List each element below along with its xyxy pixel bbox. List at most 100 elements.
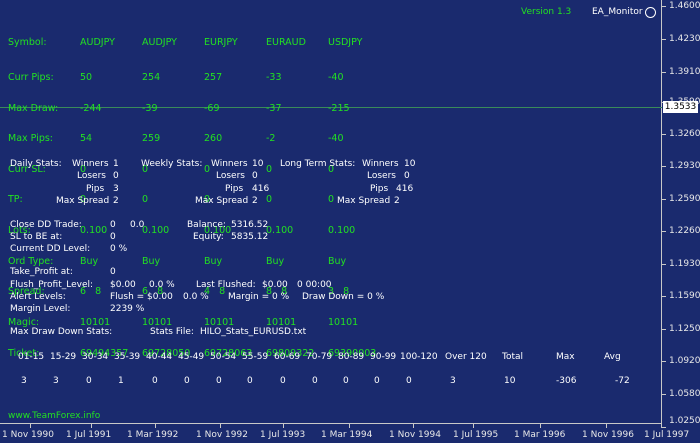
margin-level-value: 2239 %	[110, 304, 145, 314]
column-symbol: EURAUD	[266, 37, 306, 49]
cell: 257	[204, 72, 223, 84]
current-price-label: 1.3533	[663, 101, 698, 113]
y-tick-label: 1.0250	[669, 416, 700, 426]
cell: -2	[266, 133, 276, 145]
cell: 260	[204, 133, 223, 145]
alert-levels-label: Alert Levels:	[10, 292, 66, 302]
y-tick-label: 1.3910	[669, 67, 700, 77]
cell: Buy	[266, 255, 285, 267]
longterm-winners-label: Winners	[362, 159, 399, 169]
weekly-maxspread-value: 2	[252, 196, 258, 206]
equity-label: Equity:	[193, 232, 224, 242]
dd-header: 15-29	[50, 352, 77, 362]
label-max-draw: Max Draw:	[8, 102, 59, 114]
cell: -33	[266, 72, 282, 84]
cell: -215	[328, 102, 350, 114]
weekly-winners-value: 10	[252, 159, 264, 169]
y-tick-mark	[662, 427, 666, 428]
y-tick-label: 1.2590	[669, 194, 700, 204]
longterm-pips-value: 416	[396, 184, 414, 194]
dd-header: 45-49	[178, 352, 205, 362]
cell: 10101	[328, 316, 359, 328]
dd-value: 0	[343, 376, 349, 386]
x-tick-mark	[91, 424, 92, 428]
dd-header: 100-120	[400, 352, 438, 362]
longterm-maxspread-value: 2	[394, 196, 400, 206]
alert-flush: Flush = $0.00	[110, 292, 173, 302]
cell: Buy	[80, 255, 99, 267]
dd-header: Over 120	[445, 352, 487, 362]
alert-drawdown: Draw Down = 0 %	[302, 292, 385, 302]
cell: -40	[328, 72, 344, 84]
label-ord-type: Ord Type:	[8, 255, 54, 267]
dd-value: 1	[118, 376, 124, 386]
sl-to-be-value: 0	[110, 232, 116, 242]
cell: -40	[328, 133, 344, 145]
weekly-winners-label: Winners	[211, 159, 248, 169]
dd-value: 0	[86, 376, 92, 386]
daily-maxspread-label: Max Spread	[56, 196, 110, 206]
daily-winners-label: Winners	[72, 159, 109, 169]
weekly-losers-value: 0	[252, 171, 258, 181]
x-tick-mark	[540, 424, 541, 428]
dd-value: 0	[184, 376, 190, 386]
sl-to-be-label: SL to BE at:	[10, 232, 63, 242]
label-symbol: Symbol:	[8, 37, 47, 49]
x-tick-label: 1 Jul 1995	[453, 430, 499, 440]
label-max-pips: Max Pips:	[8, 133, 53, 145]
take-profit-label: Take_Profit at:	[10, 267, 73, 277]
stats-file-value: HILO_Stats_EURUSD.txt	[200, 327, 307, 337]
weekly-stats-title: Weekly Stats:	[141, 159, 203, 169]
y-tick-mark	[662, 361, 666, 362]
x-tick-mark	[413, 424, 414, 428]
column-symbol: EURJPY	[204, 37, 238, 49]
last-flushed-label: Last Flushed:	[196, 280, 256, 290]
chart-window: Version 1.3 EA_Monitor Symbol: Curr Pips…	[0, 0, 700, 443]
daily-stats-title: Daily Stats:	[10, 159, 62, 169]
trade-column-4: EURAUD -33 -37 -2 0 0 0.100 Buy 8 8 1010…	[266, 18, 314, 379]
footer-website[interactable]: www.TeamForex.info	[8, 411, 100, 422]
y-tick-label: 1.4230	[669, 34, 700, 44]
balance-label: Balance:	[187, 220, 226, 230]
x-tick-label: 1 Jul 1991	[66, 430, 112, 440]
cell: -37	[266, 102, 282, 114]
weekly-pips-label: Pips	[225, 184, 244, 194]
cell: -39	[142, 102, 158, 114]
y-tick-mark	[662, 264, 666, 265]
dd-header: 90-99	[370, 352, 397, 362]
dd-header: 35-39	[114, 352, 141, 362]
max-dd-stats-title: Max Draw Down Stats:	[10, 327, 113, 337]
x-tick-label: 1 Mar 1996	[514, 430, 566, 440]
daily-maxspread-value: 2	[113, 196, 119, 206]
longterm-winners-value: 10	[404, 159, 416, 169]
x-tick-mark	[606, 424, 607, 428]
label-curr-pips: Curr Pips:	[8, 72, 54, 84]
y-tick-label: 1.1590	[669, 291, 700, 301]
cell: 254	[142, 72, 161, 84]
cell: 0	[142, 194, 149, 206]
dd-header: 80-89	[338, 352, 365, 362]
y-tick-label: 1.1930	[669, 259, 700, 269]
y-tick-mark	[662, 166, 666, 167]
y-tick-mark	[662, 394, 666, 395]
column-symbol: AUDJPY	[142, 37, 177, 49]
longterm-stats-title: Long Term Stats:	[280, 159, 356, 169]
y-tick-mark	[662, 329, 666, 330]
cell: Buy	[328, 255, 347, 267]
cell: -244	[80, 102, 102, 114]
flush-profit-value: $0.00	[110, 280, 136, 290]
longterm-maxspread-label: Max Spread	[337, 196, 391, 206]
close-dd-value2: 0.0	[130, 220, 145, 230]
x-tick-mark	[349, 424, 350, 428]
x-tick-mark	[473, 424, 474, 428]
stats-file-label: Stats File:	[150, 327, 194, 337]
dd-value: 3	[450, 376, 456, 386]
y-tick-label: 1.2930	[669, 161, 700, 171]
cell: 0.100	[142, 225, 170, 237]
x-tick-mark	[155, 424, 156, 428]
x-tick-label: 1 Nov 1990	[2, 430, 54, 440]
dd-header: 60-69	[274, 352, 301, 362]
column-symbol: AUDJPY	[80, 37, 115, 49]
cell: 0	[266, 194, 273, 206]
dd-header: 30-34	[82, 352, 109, 362]
